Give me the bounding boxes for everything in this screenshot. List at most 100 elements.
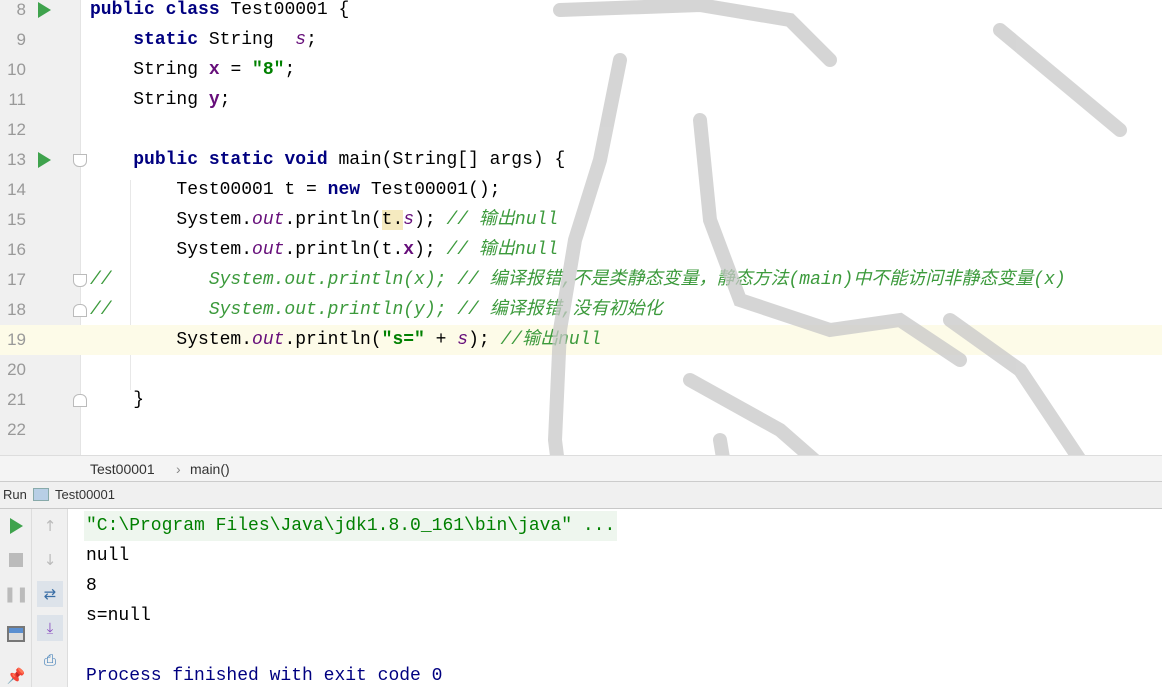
fold-marker-icon[interactable] bbox=[73, 154, 87, 167]
code-token-pl: ; bbox=[284, 60, 296, 80]
code-text: // System.out.println(x); // 编译报错,不是类静态变… bbox=[90, 265, 1066, 295]
code-line[interactable]: 21 } bbox=[0, 385, 1162, 415]
line-number: 22 bbox=[7, 420, 26, 439]
breadcrumb: Test00001 › main() bbox=[0, 455, 1162, 482]
fold-marker-icon[interactable] bbox=[73, 274, 87, 287]
code-token-sfld: s bbox=[403, 210, 415, 230]
code-token-pl: .println( bbox=[284, 210, 382, 230]
code-text: public class Test00001 { bbox=[90, 0, 349, 25]
run-console[interactable]: ❚❚ 📌 ↑ ↓ ⇄ ⤓ ⎙ "C:\Program Files\Java\jd… bbox=[0, 509, 1162, 687]
fold-marker-icon[interactable] bbox=[73, 394, 87, 407]
code-token-pl: .println(t. bbox=[284, 240, 404, 260]
code-line[interactable]: 8 public class Test00001 { bbox=[0, 0, 1162, 25]
code-token-pl: System. bbox=[90, 210, 253, 230]
code-token-pl: String bbox=[208, 30, 296, 50]
soft-wrap-icon[interactable]: ⇄ bbox=[37, 581, 63, 607]
code-line[interactable]: 10 String x = "8"; bbox=[0, 55, 1162, 85]
line-number: 20 bbox=[7, 360, 26, 379]
code-token-hl: t. bbox=[381, 210, 404, 230]
code-token-pl: Test00001 { bbox=[230, 0, 350, 20]
code-line[interactable]: 12 bbox=[0, 115, 1162, 145]
line-number: 17 bbox=[7, 270, 26, 289]
code-line[interactable]: 14 Test00001 t = new Test00001(); bbox=[0, 175, 1162, 205]
code-token-kw: public class bbox=[90, 0, 231, 20]
code-text: String y; bbox=[90, 85, 230, 115]
code-token-pl: ); bbox=[414, 210, 447, 230]
scroll-to-end-icon[interactable]: ⤓ bbox=[37, 615, 63, 641]
run-config-tab[interactable]: Test00001 bbox=[55, 482, 115, 508]
code-token-pl: String bbox=[90, 60, 209, 80]
code-token-pl: ); bbox=[468, 330, 501, 350]
code-token-pl: System. bbox=[90, 330, 253, 350]
code-line[interactable]: 11 String y; bbox=[0, 85, 1162, 115]
line-number: 8 bbox=[16, 0, 26, 19]
layout-icon[interactable] bbox=[5, 623, 27, 645]
code-line[interactable]: 16 System.out.println(t.x); // 输出null bbox=[0, 235, 1162, 265]
code-token-fld: x bbox=[208, 60, 220, 80]
code-token-str: "s=" bbox=[381, 330, 425, 350]
code-token-fld: y bbox=[208, 90, 220, 110]
code-token-pl: + bbox=[424, 330, 458, 350]
line-number: 14 bbox=[7, 180, 26, 199]
line-number: 12 bbox=[7, 120, 26, 139]
down-arrow-icon[interactable]: ↓ bbox=[39, 549, 61, 571]
console-output-line: 8 bbox=[86, 576, 97, 596]
run-gutter-icon[interactable] bbox=[38, 152, 51, 168]
code-token-fld: x bbox=[403, 240, 415, 260]
code-line[interactable]: 22 bbox=[0, 415, 1162, 445]
code-text: // System.out.println(y); // 编译报错,没有初始化 bbox=[90, 295, 662, 325]
code-line[interactable]: 9 static String s; bbox=[0, 25, 1162, 55]
code-text: } bbox=[90, 385, 144, 415]
line-number: 19 bbox=[7, 330, 26, 349]
code-line[interactable]: 20 bbox=[0, 355, 1162, 385]
run-label: Run bbox=[3, 487, 27, 502]
console-output-line: s=null bbox=[86, 606, 151, 626]
line-number: 18 bbox=[7, 300, 26, 319]
code-text: System.out.println(t.s); // 输出null bbox=[90, 205, 558, 235]
code-token-cm: // 输出null bbox=[446, 210, 559, 230]
print-icon[interactable]: ⎙ bbox=[39, 649, 61, 671]
up-arrow-icon[interactable]: ↑ bbox=[39, 515, 61, 537]
code-token-pl: .println( bbox=[284, 330, 382, 350]
code-token-pl: ); bbox=[414, 240, 447, 260]
line-number: 13 bbox=[7, 150, 26, 169]
run-gutter-icon[interactable] bbox=[38, 2, 51, 18]
code-token-pl: = bbox=[219, 60, 253, 80]
code-token-cm: // 输出null bbox=[446, 240, 559, 260]
code-token-sfld: s bbox=[295, 30, 307, 50]
code-line[interactable]: 17 // System.out.println(x); // 编译报错,不是类静… bbox=[0, 265, 1162, 295]
run-config-icon bbox=[33, 488, 49, 501]
code-line[interactable]: 15 System.out.println(t.s); // 输出null bbox=[0, 205, 1162, 235]
code-token-pl: System. bbox=[90, 240, 253, 260]
stop-icon[interactable] bbox=[5, 549, 27, 571]
code-text: String x = "8"; bbox=[90, 55, 295, 85]
code-text: static String s; bbox=[90, 25, 317, 55]
pin-icon[interactable]: 📌 bbox=[5, 665, 27, 687]
code-token-kw: public static void bbox=[133, 150, 339, 170]
code-text: System.out.println(t.x); // 输出null bbox=[90, 235, 558, 265]
code-token-cm: // System.out.println(x); // 编译报错,不是类静态变… bbox=[90, 270, 1066, 290]
line-number: 16 bbox=[7, 240, 26, 259]
code-token-pl: Test00001(); bbox=[370, 180, 501, 200]
code-line[interactable]: 19 System.out.println("s=" + s); //输出nul… bbox=[0, 325, 1162, 355]
code-token-sfld: out bbox=[252, 210, 285, 230]
console-toolbar-primary: ❚❚ 📌 bbox=[0, 509, 32, 687]
line-number: 11 bbox=[8, 90, 26, 109]
line-number: 9 bbox=[16, 30, 26, 49]
line-number: 10 bbox=[7, 60, 26, 79]
code-token-kw: static bbox=[133, 30, 209, 50]
rerun-icon[interactable] bbox=[5, 515, 27, 537]
breadcrumb-method[interactable]: main() bbox=[190, 456, 230, 482]
code-token-pl: String bbox=[90, 90, 209, 110]
breadcrumb-class[interactable]: Test00001 bbox=[90, 456, 155, 482]
code-text: Test00001 t = new Test00001(); bbox=[90, 175, 500, 205]
code-line[interactable]: 18 // System.out.println(y); // 编译报错,没有初始… bbox=[0, 295, 1162, 325]
code-token-sfld: out bbox=[252, 240, 285, 260]
code-line[interactable]: 13 public static void main(String[] args… bbox=[0, 145, 1162, 175]
pause-icon[interactable]: ❚❚ bbox=[3, 583, 28, 605]
console-command-line: "C:\Program Files\Java\jdk1.8.0_161\bin\… bbox=[84, 511, 618, 541]
fold-marker-icon[interactable] bbox=[73, 304, 87, 317]
code-editor[interactable]: 8 public class Test00001 {9 static String… bbox=[0, 0, 1162, 455]
